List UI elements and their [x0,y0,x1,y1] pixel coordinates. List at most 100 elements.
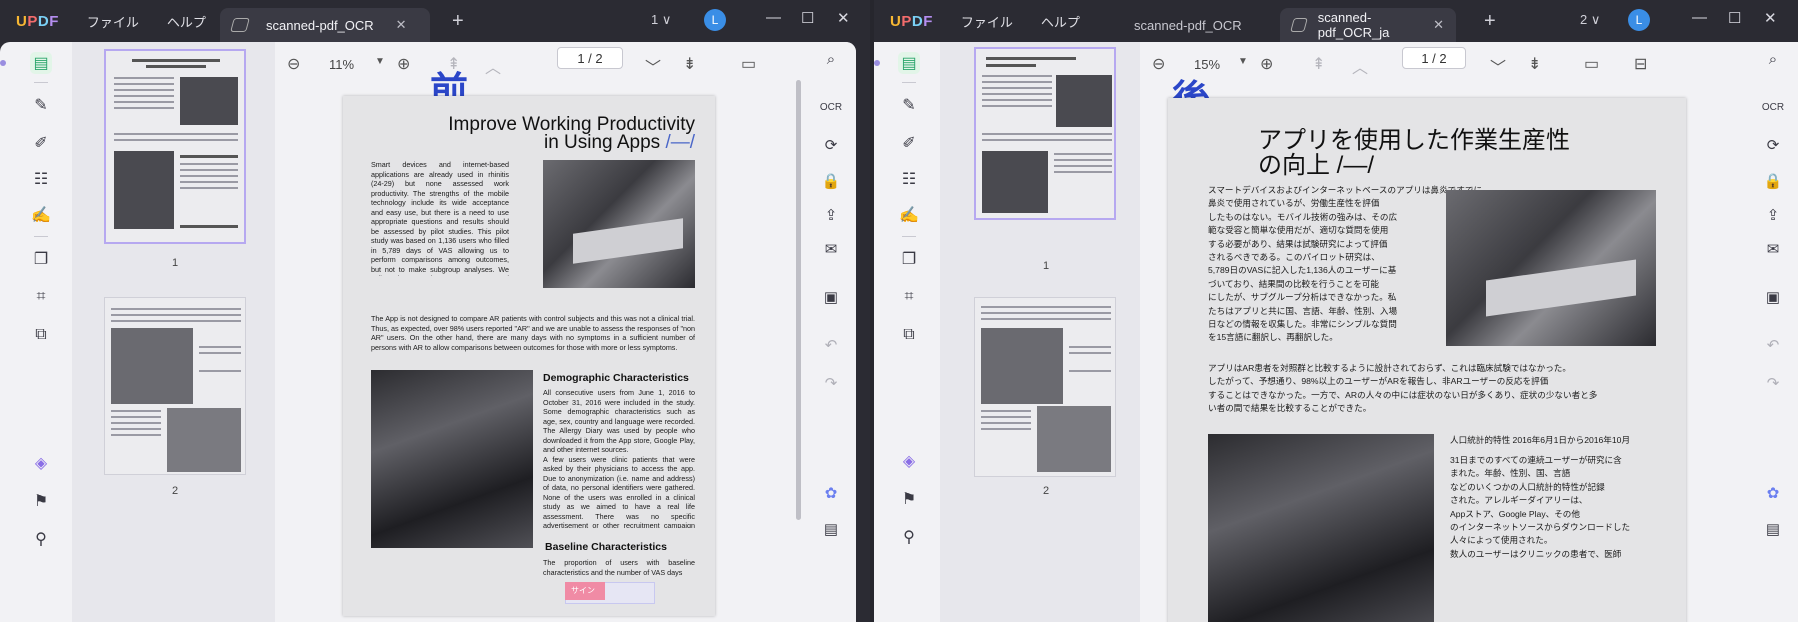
page-thumbnail-1[interactable] [104,49,246,244]
attachment-icon[interactable]: ⚲ [30,528,52,550]
search-icon[interactable]: ⌕ [1761,48,1785,70]
share-icon[interactable]: ⇪ [819,204,843,226]
menu-file[interactable]: ファイル [961,12,1013,31]
last-page-icon[interactable]: ⇟ [1528,54,1541,74]
ai-assistant-icon[interactable]: ✿ [1761,482,1785,504]
redo-icon[interactable]: ↷ [819,372,843,394]
bookmark-icon[interactable]: ⚑ [30,490,52,512]
comment-icon[interactable]: ✎ [898,94,920,116]
chat-icon[interactable]: ▤ [1761,518,1785,540]
tab-scanned-pdf-ocr-ja[interactable]: scanned-pdf_OCR_ja ✕ [1280,8,1456,42]
presentation-icon[interactable]: ▭ [1584,54,1599,74]
attachment-icon[interactable]: ⚲ [898,526,920,548]
student-photo [371,370,533,548]
minimize-icon[interactable]: — [766,9,781,26]
save-icon[interactable]: ▣ [819,286,843,308]
undo-icon[interactable]: ↶ [819,334,843,356]
save-icon[interactable]: ▣ [1761,286,1785,308]
undo-icon[interactable]: ↶ [1761,334,1785,356]
maximize-icon[interactable]: ☐ [1728,9,1741,27]
student-photo [1208,434,1434,622]
new-tab-button[interactable]: + [1484,10,1496,33]
close-window-icon[interactable]: ✕ [1764,9,1777,27]
panel-handle[interactable] [874,60,880,66]
page-thumbnail-2[interactable] [974,297,1116,477]
next-page-icon[interactable]: ﹀ [645,54,661,78]
layers-icon[interactable]: ◈ [30,452,52,474]
two-page-view-icon[interactable]: ⊟ [1634,54,1647,74]
reader-icon[interactable]: ▤ [30,52,52,74]
ocr-icon[interactable]: OCR [1761,96,1785,118]
avatar[interactable]: L [1628,9,1650,31]
page-thumbnail-2[interactable] [104,297,246,475]
minimize-icon[interactable]: — [1692,9,1707,26]
presentation-icon[interactable]: ▭ [741,54,756,74]
ocr-icon[interactable]: OCR [819,96,843,118]
page-thumbnail-1[interactable] [974,47,1116,220]
zoom-out-icon[interactable]: ⊖ [287,54,300,74]
page-number-input[interactable]: 1 / 2 [557,47,623,69]
protect-icon[interactable]: 🔒 [1761,170,1785,192]
edit-pdf-icon[interactable]: ✐ [898,132,920,154]
heading-demographic: Demographic Characteristics [543,372,689,384]
maximize-icon[interactable]: ☐ [801,9,814,27]
zoom-dropdown-icon[interactable]: ▼ [375,56,385,67]
convert-icon[interactable]: ⟳ [819,134,843,156]
form-icon[interactable]: ☷ [30,168,52,190]
window-count-dropdown[interactable]: 2 ∨ [1580,12,1600,28]
form-icon[interactable]: ☷ [898,168,920,190]
zoom-level[interactable]: 11% [329,57,354,72]
page-number-input[interactable]: 1 / 2 [1402,47,1466,69]
email-icon[interactable]: ✉ [1761,238,1785,260]
zoom-in-icon[interactable]: ⊕ [1260,54,1273,74]
chat-icon[interactable]: ▤ [819,518,843,540]
close-window-icon[interactable]: ✕ [837,9,850,27]
next-page-icon[interactable]: ﹀ [1490,54,1506,78]
crop-icon[interactable]: ⌗ [898,286,920,308]
previous-page-icon[interactable]: ︿ [1352,54,1368,78]
panel-handle[interactable] [0,60,6,66]
tab-label: scanned-pdf_OCR [1134,17,1242,33]
fill-sign-icon[interactable]: ✍ [30,204,52,226]
tab-close-icon[interactable]: ✕ [1433,17,1444,33]
ai-assistant-icon[interactable]: ✿ [819,482,843,504]
search-icon[interactable]: ⌕ [819,48,843,70]
menu-help[interactable]: ヘルプ [167,12,206,31]
edit-pdf-icon[interactable]: ✐ [30,132,52,154]
comment-icon[interactable]: ✎ [30,94,52,116]
menu-help[interactable]: ヘルプ [1041,12,1080,31]
zoom-in-icon[interactable]: ⊕ [397,54,410,74]
organize-pages-icon[interactable]: ❐ [898,248,920,270]
convert-icon[interactable]: ⟳ [1761,134,1785,156]
redo-icon[interactable]: ↷ [1761,372,1785,394]
page-tools-icon[interactable]: ⧉ [30,324,52,346]
screen: UPDF ファイル ヘルプ scanned-pdf_OCR ✕ + 1 ∨ L … [0,0,1798,622]
tab-scanned-pdf-ocr[interactable]: scanned-pdf_OCR ✕ [220,8,430,42]
protect-icon[interactable]: 🔒 [819,170,843,192]
reader-icon[interactable]: ▤ [898,52,920,74]
zoom-out-icon[interactable]: ⊖ [1152,54,1165,74]
crop-icon[interactable]: ⌗ [30,286,52,308]
layers-icon[interactable]: ◈ [898,450,920,472]
first-page-icon[interactable]: ⇞ [1312,54,1325,74]
tab-close-icon[interactable]: ✕ [396,17,407,33]
email-icon[interactable]: ✉ [819,238,843,260]
vertical-scrollbar[interactable] [796,80,801,520]
page-tools-icon[interactable]: ⧉ [898,324,920,346]
avatar[interactable]: L [704,9,726,31]
fill-sign-icon[interactable]: ✍ [898,204,920,226]
updf-logo: UPDF [16,12,59,30]
previous-page-icon[interactable]: ︿ [485,54,501,78]
new-tab-button[interactable]: + [452,10,464,33]
tab-scanned-pdf-ocr[interactable]: scanned-pdf_OCR [1122,8,1292,42]
thumbnail-label-2: 2 [1043,485,1050,497]
zoom-dropdown-icon[interactable]: ▼ [1238,56,1248,67]
bookmark-icon[interactable]: ⚑ [898,488,920,510]
window-count-dropdown[interactable]: 1 ∨ [651,12,671,28]
sign-tag[interactable]: サイン [565,582,605,600]
last-page-icon[interactable]: ⇟ [683,54,696,74]
organize-pages-icon[interactable]: ❐ [30,248,52,270]
menu-file[interactable]: ファイル [87,12,139,31]
share-icon[interactable]: ⇪ [1761,204,1785,226]
page-title-line2: の向上 /—/ [1258,152,1375,179]
